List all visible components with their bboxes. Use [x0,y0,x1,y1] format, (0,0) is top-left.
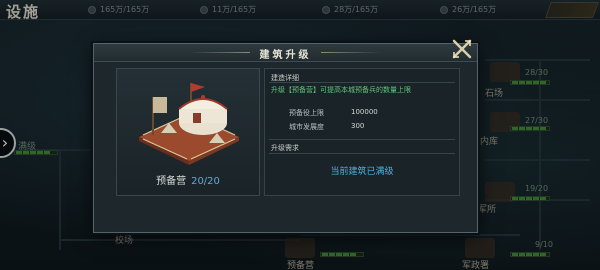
details-divider [269,82,455,83]
requirements-divider [269,153,455,154]
building-level: 20/20 [191,176,220,187]
dialog-header: 建筑升级 [94,44,477,62]
requirements-divider-top [269,139,455,140]
stat-value-development: 300 [351,122,365,130]
building-name-line: 预备营 20/20 [117,172,259,187]
building-details-panel: 建造详细 升级【预备营】可提高本城预备兵的数量上限 预备役上限 100000 城… [264,68,460,196]
stat-label-development: 城市发展度 [289,123,324,131]
stat-value-reserve-cap: 100000 [351,108,378,116]
title-ornament-right [321,52,381,53]
building-preview-panel: 预备营 20/20 [116,68,260,196]
building-upgrade-dialog: 建筑升级 预备营 20/20 建造详细 升级【预备营】可提高本城预备兵的数量上限… [93,39,478,233]
dialog-title: 建筑升级 [259,50,312,61]
close-icon[interactable] [451,38,473,60]
requirements-section-title: 升级需求 [271,144,299,152]
max-level-status: 当前建筑已满级 [330,167,394,177]
stat-label-reserve-cap: 预备役上限 [289,109,324,117]
military-camp-icon [139,83,239,165]
upgrade-description: 升级【预备营】可提高本城预备兵的数量上限 [271,86,411,94]
building-name: 预备营 [156,176,187,187]
